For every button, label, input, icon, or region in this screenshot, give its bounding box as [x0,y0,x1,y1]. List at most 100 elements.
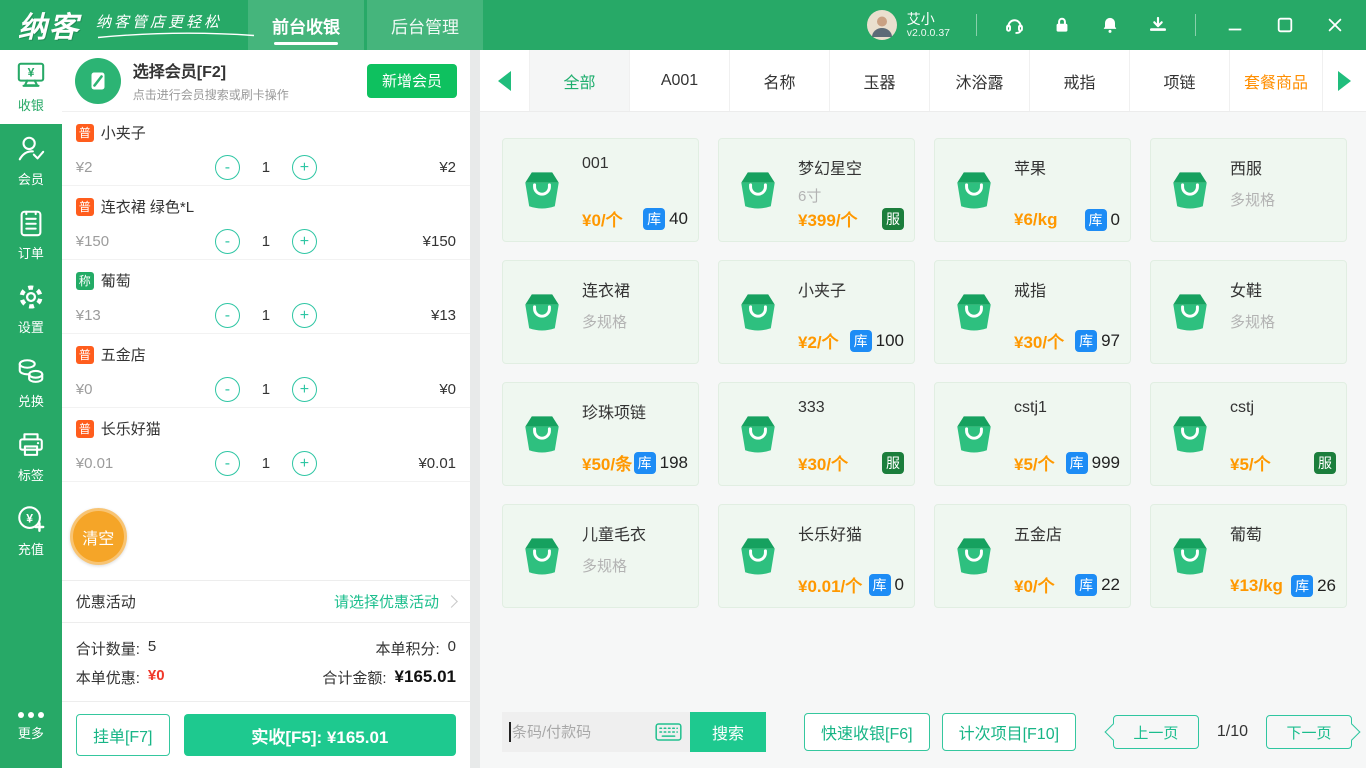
decrease-qty-button[interactable]: - [215,303,240,328]
download-update-icon[interactable] [1147,14,1169,36]
member-select-bar[interactable]: 选择会员[F2] 点击进行会员搜索或刷卡操作 新增会员 [62,50,470,112]
item-line-total: ¥0.01 [317,455,456,472]
bell-icon[interactable] [1099,14,1121,36]
product-card[interactable]: 连衣裙 多规格 [502,260,699,364]
sidebar-item-recharge[interactable]: ¥ 充值 [0,494,62,568]
cash-register-icon: ¥ [16,60,46,90]
stock-type-badge: 服 [882,452,904,474]
item-qty[interactable]: 1 [240,159,292,176]
item-qty[interactable]: 1 [240,455,292,472]
count-item-button[interactable]: 计次项目[F10] [942,713,1076,751]
increase-qty-button[interactable]: + [292,303,317,328]
sidebar-item-settings[interactable]: 设置 [0,272,62,346]
category-tab[interactable]: 戒指 [1030,50,1130,111]
maximize-button[interactable] [1272,12,1298,38]
product-card[interactable]: 长乐好猫 ¥0.01/个 库 0 [718,504,915,608]
product-card[interactable]: 001 ¥0/个 库 40 [502,138,699,242]
item-type-badge: 称 [76,272,94,290]
category-tab[interactable]: 项链 [1130,50,1230,111]
product-name: 儿童毛衣 [582,521,688,545]
minimize-button[interactable] [1222,12,1248,38]
discount-label: 本单优惠: [76,667,140,688]
product-card[interactable]: cstj ¥5/个 服 [1150,382,1347,486]
decrease-qty-button[interactable]: - [215,229,240,254]
sidebar-item-exchange[interactable]: 兑换 [0,346,62,420]
quick-cashier-button[interactable]: 快速收银[F6] [804,713,930,751]
search-button[interactable]: 搜索 [690,712,766,752]
sidebar-item-member[interactable]: 会员 [0,124,62,198]
product-card[interactable]: 儿童毛衣 多规格 [502,504,699,608]
hold-order-button[interactable]: 挂单[F7] [76,714,170,756]
keyboard-icon[interactable] [655,723,682,741]
increase-qty-button[interactable]: + [292,155,317,180]
item-qty[interactable]: 1 [240,307,292,324]
product-card[interactable]: 葡萄 ¥13/kg 库 26 [1150,504,1347,608]
cart-item[interactable]: 普 长乐好猫 ¥0.01 - 1 + ¥0.01 [62,408,470,482]
product-spec: 多规格 [582,311,688,332]
member-select-title: 选择会员[F2] [133,58,289,82]
clear-cart-button[interactable]: 清空 [70,508,127,565]
increase-qty-button[interactable]: + [292,451,317,476]
product-card[interactable]: 五金店 ¥0/个 库 22 [934,504,1131,608]
order-icon [16,208,46,238]
category-tab-package[interactable]: 套餐商品 [1230,50,1322,111]
product-card[interactable]: cstj1 ¥5/个 库 999 [934,382,1131,486]
sidebar-item-more[interactable]: 更多 [0,690,62,764]
cart-item[interactable]: 普 小夹子 ¥2 - 1 + ¥2 [62,112,470,186]
sidebar-item-label[interactable]: 标签 [0,420,62,494]
product-card[interactable]: 小夹子 ¥2/个 库 100 [718,260,915,364]
increase-qty-button[interactable]: + [292,377,317,402]
category-tab[interactable]: 名称 [730,50,830,111]
cart-item[interactable]: 称 葡萄 ¥13 - 1 + ¥13 [62,260,470,334]
decrease-qty-button[interactable]: - [215,451,240,476]
sidebar-item-orders[interactable]: 订单 [0,198,62,272]
product-card[interactable]: 戒指 ¥30/个 库 97 [934,260,1131,364]
cart-item[interactable]: 普 五金店 ¥0 - 1 + ¥0 [62,334,470,408]
category-tab[interactable]: 玉器 [830,50,930,111]
promo-select-link[interactable]: 请选择优惠活动 [334,591,439,612]
page-indicator: 1/10 [1217,723,1248,741]
stock-count: 26 [1317,576,1336,596]
sidebar-label: 设置 [18,317,44,336]
scroll-categories-right-button[interactable] [1322,50,1366,111]
tab-front-cashier[interactable]: 前台收银 [248,0,364,50]
tab-back-manage[interactable]: 后台管理 [367,0,483,50]
pay-button[interactable]: 实收[F5]: ¥165.01 [184,714,456,756]
next-page-button[interactable]: 下一页 [1266,715,1352,749]
prev-page-button[interactable]: 上一页 [1113,715,1199,749]
product-bag-icon [1164,530,1216,582]
product-card[interactable]: 女鞋 多规格 [1150,260,1347,364]
avatar[interactable] [867,10,897,40]
titlebar-icons [1003,14,1169,36]
product-card[interactable]: 珍珠项链 ¥50/条 库 198 [502,382,699,486]
product-name: 葡萄 [1230,521,1336,545]
category-tab-all[interactable]: 全部 [530,50,630,111]
item-type-badge: 普 [76,346,94,364]
category-tab[interactable]: 沐浴露 [930,50,1030,111]
stock-group: 库 22 [1075,574,1120,596]
product-card[interactable]: 西服 多规格 [1150,138,1347,242]
scroll-categories-left-button[interactable] [480,50,530,111]
decrease-qty-button[interactable]: - [215,377,240,402]
category-tab[interactable]: A001 [630,50,730,111]
item-qty[interactable]: 1 [240,381,292,398]
sidebar-item-cashier[interactable]: ¥ 收银 [0,50,62,124]
cart-item[interactable]: 普 连衣裙 绿色*L ¥150 - 1 + ¥150 [62,186,470,260]
decrease-qty-button[interactable]: - [215,155,240,180]
product-card[interactable]: 333 ¥30/个 服 [718,382,915,486]
close-button[interactable] [1322,12,1348,38]
user-name: 艾小 [907,11,950,27]
cart-item-list: 普 小夹子 ¥2 - 1 + ¥2 普 连衣裙 绿色*L [62,112,470,482]
user-cluster: 艾小 v2.0.0.37 [867,10,1366,40]
increase-qty-button[interactable]: + [292,229,317,254]
barcode-input[interactable] [502,724,647,741]
stock-count: 97 [1101,331,1120,351]
support-headset-icon[interactable] [1003,14,1025,36]
lock-icon[interactable] [1051,14,1073,36]
item-qty[interactable]: 1 [240,233,292,250]
add-member-button[interactable]: 新增会员 [367,64,457,98]
product-name: 连衣裙 [582,277,688,301]
product-card[interactable]: 梦幻星空 6寸 ¥399/个 服 [718,138,915,242]
product-name: 333 [798,399,904,417]
product-card[interactable]: 苹果 ¥6/kg 库 0 [934,138,1131,242]
